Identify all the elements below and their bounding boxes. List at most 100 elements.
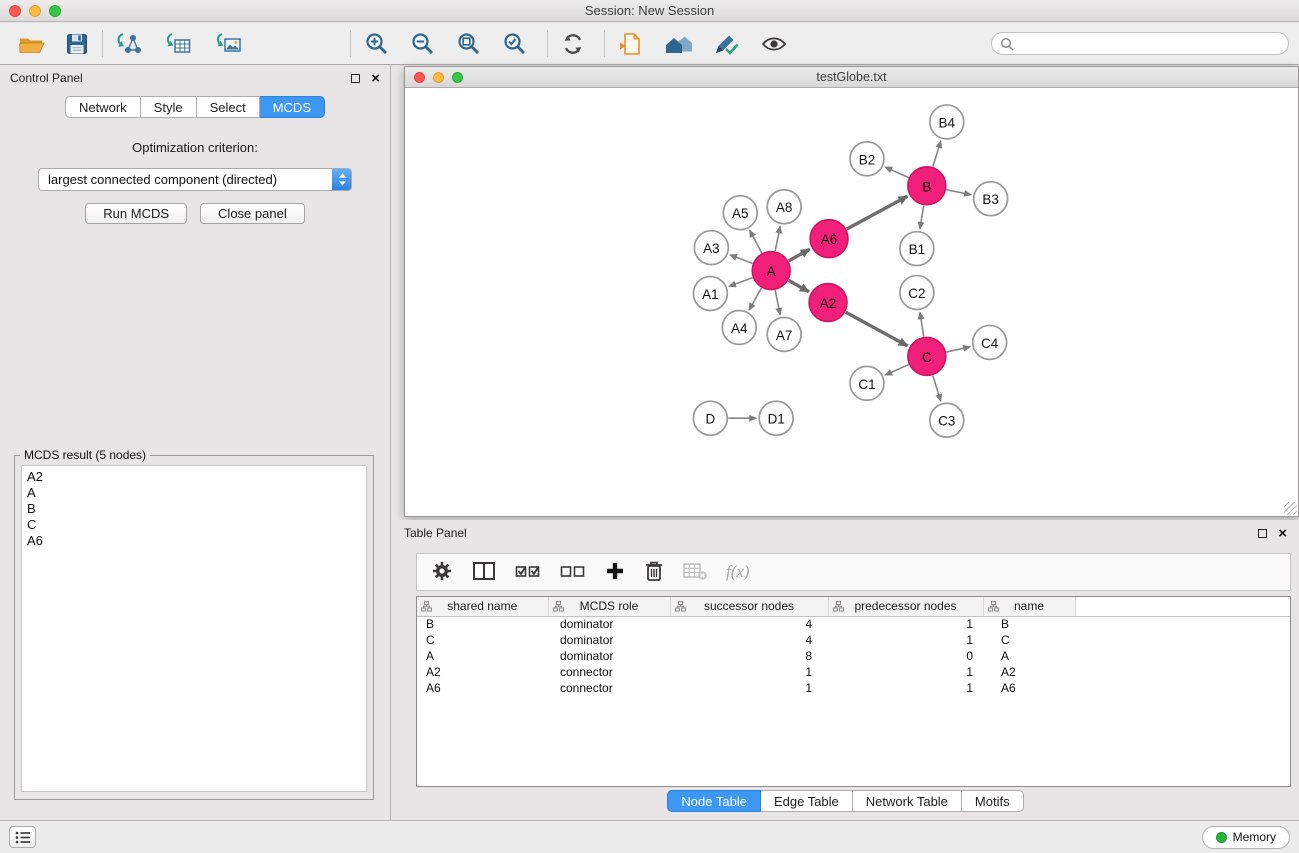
save-session-button[interactable]: [60, 28, 94, 60]
close-panel-icon[interactable]: ×: [371, 73, 380, 84]
clear-table-button[interactable]: [683, 561, 707, 584]
mcds-result-item[interactable]: A2: [27, 469, 361, 485]
column-header-successor-nodes[interactable]: successor nodes: [670, 597, 828, 616]
graph-edge-A-A1[interactable]: [729, 278, 753, 287]
network-zoom-button[interactable]: [452, 72, 463, 83]
minimize-window-button[interactable]: [29, 5, 41, 17]
show-columns-button[interactable]: [472, 560, 496, 585]
run-mcds-button[interactable]: Run MCDS: [85, 203, 187, 224]
zoom-out-button[interactable]: [405, 28, 439, 60]
graph-edge-C-C1[interactable]: [885, 365, 909, 376]
close-window-button[interactable]: [9, 5, 21, 17]
mcds-result-list[interactable]: A2ABCA6: [21, 465, 367, 792]
memory-button[interactable]: Memory: [1202, 826, 1290, 849]
window-resize-handle[interactable]: [1284, 502, 1297, 515]
graph-edge-A-A2[interactable]: [789, 280, 809, 291]
graph-edge-C-C3[interactable]: [933, 375, 941, 401]
function-builder-button[interactable]: f(x): [726, 562, 750, 582]
graph-edge-A6-B[interactable]: [847, 196, 908, 229]
tab-style[interactable]: Style: [141, 96, 197, 118]
import-network-button[interactable]: [111, 28, 145, 60]
tab-node-table[interactable]: Node Table: [667, 790, 761, 812]
zoom-in-button[interactable]: [359, 28, 393, 60]
graph-edge-A-A3[interactable]: [730, 255, 753, 264]
graph-edge-A-A5[interactable]: [750, 230, 762, 253]
column-header-name[interactable]: name: [983, 597, 1075, 616]
zoom-fit-button[interactable]: [451, 28, 485, 60]
tab-network-table[interactable]: Network Table: [853, 790, 962, 812]
graph-edge-C-C2[interactable]: [920, 312, 924, 336]
deselect-all-button[interactable]: [560, 561, 586, 584]
graph-node-D[interactable]: D: [693, 401, 727, 435]
graph-edge-A-A7[interactable]: [775, 290, 780, 315]
import-table-button[interactable]: [161, 28, 195, 60]
graph-node-A4[interactable]: A4: [722, 310, 756, 344]
network-close-button[interactable]: [414, 72, 425, 83]
graph-node-B1[interactable]: B1: [900, 232, 934, 266]
graph-edge-B-B4[interactable]: [933, 141, 941, 167]
column-header-MCDS-role[interactable]: MCDS role: [548, 597, 670, 616]
network-minimize-button[interactable]: [433, 72, 444, 83]
graph-node-D1[interactable]: D1: [759, 401, 793, 435]
close-table-panel-icon[interactable]: ×: [1278, 528, 1287, 539]
tab-motifs[interactable]: Motifs: [962, 790, 1024, 812]
graph-node-A[interactable]: A: [752, 252, 790, 290]
refresh-button[interactable]: [556, 28, 590, 60]
search-input[interactable]: [1020, 37, 1280, 51]
table-settings-button[interactable]: [431, 560, 453, 585]
add-column-button[interactable]: [605, 561, 625, 584]
open-document-button[interactable]: [613, 28, 647, 60]
zoom-selected-button[interactable]: [497, 28, 531, 60]
mcds-result-item[interactable]: B: [27, 501, 361, 517]
graph-node-C3[interactable]: C3: [930, 403, 964, 437]
column-header-shared-name[interactable]: shared name: [417, 597, 548, 616]
float-panel-icon[interactable]: [351, 74, 360, 83]
graph-edge-C-C4[interactable]: [946, 347, 970, 352]
graph-node-A1[interactable]: A1: [693, 277, 727, 311]
graph-node-C2[interactable]: C2: [900, 276, 934, 310]
column-header-predecessor-nodes[interactable]: predecessor nodes: [828, 597, 983, 616]
mcds-result-item[interactable]: A: [27, 485, 361, 501]
graph-node-B4[interactable]: B4: [930, 105, 964, 139]
graph-edge-A-A8[interactable]: [775, 226, 780, 251]
mcds-result-item[interactable]: A6: [27, 533, 361, 549]
graph-node-C[interactable]: C: [908, 337, 946, 375]
table-row[interactable]: Bdominator41B: [417, 616, 1290, 632]
search-field[interactable]: [991, 32, 1289, 55]
tab-select[interactable]: Select: [197, 96, 260, 118]
graph-node-C1[interactable]: C1: [850, 366, 884, 400]
network-canvas[interactable]: B4B2BB3A8A5A6A3B1AC2A1A2A4A7C4CC1C3DD1: [405, 89, 1298, 516]
graph-node-A8[interactable]: A8: [767, 190, 801, 224]
graph-node-B[interactable]: B: [908, 167, 946, 205]
graph-node-A5[interactable]: A5: [723, 196, 757, 230]
graph-edge-A-A6[interactable]: [789, 249, 810, 261]
table-row[interactable]: A2connector11A2: [417, 664, 1290, 680]
apply-style-button[interactable]: [709, 28, 743, 60]
tab-edge-table[interactable]: Edge Table: [761, 790, 853, 812]
graph-edge-B-B3[interactable]: [946, 190, 971, 195]
network-overview-button[interactable]: [661, 28, 695, 60]
graph-node-A7[interactable]: A7: [767, 317, 801, 351]
tab-network[interactable]: Network: [65, 96, 141, 118]
graph-node-B2[interactable]: B2: [850, 142, 884, 176]
optimization-criterion-dropdown[interactable]: largest connected component (directed): [38, 168, 352, 191]
open-session-button[interactable]: [14, 28, 48, 60]
graph-node-A3[interactable]: A3: [694, 231, 728, 265]
mcds-result-item[interactable]: C: [27, 517, 361, 533]
zoom-window-button[interactable]: [49, 5, 61, 17]
tab-mcds[interactable]: MCDS: [260, 96, 325, 118]
table-row[interactable]: Adominator80A: [417, 648, 1290, 664]
graph-node-A6[interactable]: A6: [810, 220, 848, 258]
task-history-button[interactable]: [9, 826, 36, 848]
table-row[interactable]: Cdominator41C: [417, 632, 1290, 648]
show-details-button[interactable]: [757, 28, 791, 60]
graph-edge-B-B1[interactable]: [920, 206, 924, 229]
graph-node-C4[interactable]: C4: [973, 325, 1007, 359]
graph-edge-A2-C[interactable]: [846, 312, 908, 346]
table-row[interactable]: A6connector11A6: [417, 680, 1290, 696]
import-image-button[interactable]: [211, 28, 245, 60]
delete-column-button[interactable]: [644, 560, 664, 585]
select-all-button[interactable]: [515, 561, 541, 584]
graph-edge-B-B2[interactable]: [885, 167, 909, 178]
graph-edge-A-A4[interactable]: [749, 288, 761, 310]
